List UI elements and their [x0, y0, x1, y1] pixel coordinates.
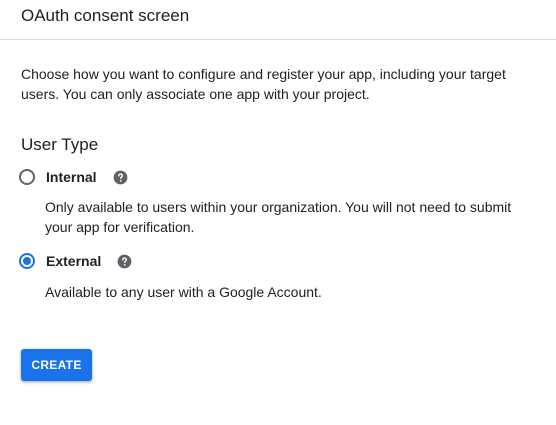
help-circle-icon[interactable]: [117, 254, 132, 269]
help-circle-icon[interactable]: [113, 170, 128, 185]
intro-text: Choose how you want to configure and reg…: [21, 66, 506, 102]
internal-radio[interactable]: [19, 169, 35, 185]
user-type-option-external[interactable]: External: [19, 250, 132, 272]
external-label[interactable]: External: [46, 253, 101, 269]
internal-description: Only available to users within your orga…: [45, 199, 512, 235]
page-header: OAuth consent screen: [0, 0, 556, 40]
create-button[interactable]: CREATE: [21, 349, 92, 381]
oauth-consent-page: OAuth consent screen Choose how you want…: [0, 0, 556, 425]
internal-label[interactable]: Internal: [46, 169, 97, 185]
external-radio[interactable]: [19, 253, 35, 269]
user-type-option-internal[interactable]: Internal: [19, 166, 128, 188]
external-description: Available to any user with a Google Acco…: [45, 284, 322, 300]
page-title: OAuth consent screen: [21, 6, 190, 25]
user-type-title: User Type: [21, 135, 99, 154]
